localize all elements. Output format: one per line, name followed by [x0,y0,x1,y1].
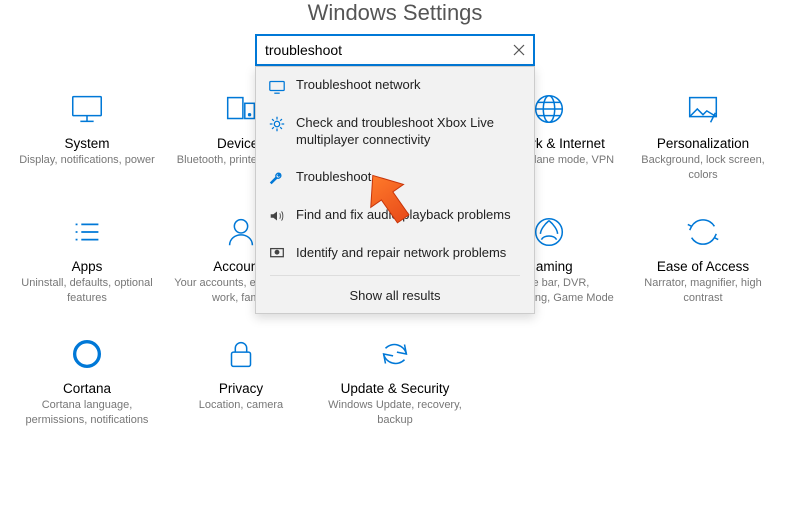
tile-desc: Narrator, magnifier, high contrast [632,276,774,306]
dropdown-item-troubleshoot[interactable]: Troubleshoot [256,159,534,197]
tile-cortana[interactable]: Cortana Cortana language, permissions, n… [10,335,164,428]
audio-icon [268,207,286,225]
tile-desc: Cortana language, permissions, notificat… [16,398,158,428]
tile-title: Ease of Access [632,259,774,274]
gear-icon [268,115,286,133]
dropdown-label: Identify and repair network problems [296,245,522,262]
tile-system[interactable]: System Display, notifications, power [10,90,164,183]
tile-privacy[interactable]: Privacy Location, camera [164,335,318,428]
dropdown-label: Troubleshoot [296,169,522,186]
dropdown-item-audio-problems[interactable]: Find and fix audio playback problems [256,197,534,235]
ease-of-access-icon [684,213,722,251]
dropdown-item-repair-network[interactable]: Identify and repair network problems [256,235,534,273]
cortana-icon [68,335,106,373]
tile-desc: Background, lock screen, colors [632,153,774,183]
show-all-results[interactable]: Show all results [256,278,534,313]
globe-icon [530,90,568,128]
network-repair-icon [268,245,286,263]
search-input[interactable] [265,42,505,58]
dropdown-label: Troubleshoot network [296,77,522,94]
dropdown-item-troubleshoot-network[interactable]: Troubleshoot network [256,67,534,105]
update-icon [376,335,414,373]
tile-apps[interactable]: Apps Uninstall, defaults, optional featu… [10,213,164,306]
page-title: Windows Settings [0,0,790,26]
search-container: Troubleshoot network Check and troublesh… [255,34,535,66]
search-box[interactable] [255,34,535,66]
tile-update-security[interactable]: Update & Security Windows Update, recove… [318,335,472,428]
dropdown-label: Find and fix audio playback problems [296,207,522,224]
tile-title: Personalization [632,136,774,151]
tile-title: System [16,136,158,151]
dropdown-label: Check and troubleshoot Xbox Live multipl… [296,115,522,149]
tile-title: Apps [16,259,158,274]
network-icon [268,77,286,95]
search-dropdown: Troubleshoot network Check and troublesh… [255,66,535,314]
apps-icon [68,213,106,251]
tile-ease-of-access[interactable]: Ease of Access Narrator, magnifier, high… [626,213,780,306]
tile-desc: Windows Update, recovery, backup [324,398,466,428]
tile-desc: Display, notifications, power [16,153,158,168]
tile-personalization[interactable]: Personalization Background, lock screen,… [626,90,780,183]
personalization-icon [684,90,722,128]
dropdown-separator [270,275,520,276]
tile-desc: Location, camera [170,398,312,413]
privacy-icon [222,335,260,373]
tile-title: Update & Security [324,381,466,396]
tile-desc: Uninstall, defaults, optional features [16,276,158,306]
dropdown-item-xbox-connectivity[interactable]: Check and troubleshoot Xbox Live multipl… [256,105,534,159]
clear-icon[interactable] [511,42,527,58]
gaming-icon [530,213,568,251]
system-icon [68,90,106,128]
wrench-icon [268,169,286,187]
tile-title: Cortana [16,381,158,396]
tile-title: Privacy [170,381,312,396]
